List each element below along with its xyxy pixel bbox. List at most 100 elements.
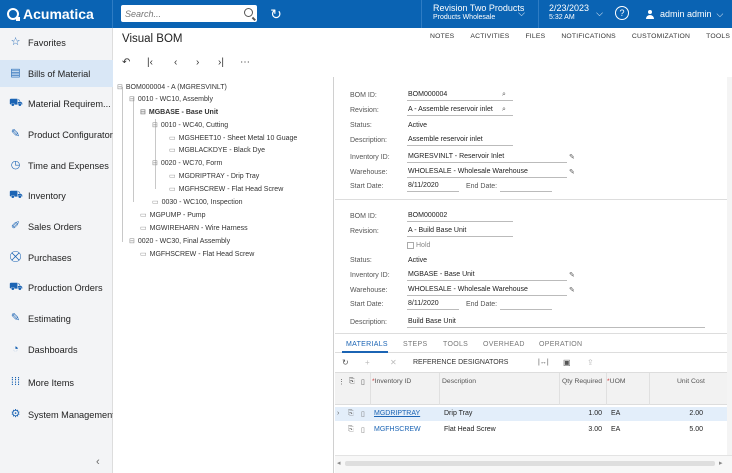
edit-icon[interactable]: ✎ <box>569 168 575 176</box>
description-field[interactable]: Build Base Unit <box>407 317 705 328</box>
qty-required-cell[interactable]: 1.00 <box>563 410 602 417</box>
edit-icon[interactable]: ✎ <box>569 286 575 294</box>
collapse-icon[interactable]: ⊟ <box>152 160 158 167</box>
inventory-id-field[interactable]: MGBASE - Base Unit <box>407 270 567 281</box>
collapse-icon[interactable]: ⊟ <box>129 96 135 103</box>
undo-icon[interactable]: ↶ <box>122 57 130 68</box>
files-link[interactable]: FILES <box>525 33 545 43</box>
user-menu[interactable]: admin admin ⌵ <box>646 0 723 28</box>
sidebar-item-purchases[interactable]: ⛒ Purchases <box>0 244 113 271</box>
unit-cost-cell[interactable]: 2.00 <box>653 410 703 417</box>
tree-node[interactable]: ▭ MGBLACKDYE - Black Dye <box>169 146 265 155</box>
sidebar-item-dashboards[interactable]: ◔ Dashboards <box>0 336 113 363</box>
sidebar-item-material-requirements[interactable]: ⛟ Material Requirem... <box>0 90 113 117</box>
collapse-icon[interactable]: ⊟ <box>140 109 146 116</box>
sidebar-item-bills-of-material[interactable]: ▤ Bills of Material <box>0 60 113 87</box>
sidebar-item-product-configurator[interactable]: ✎ Product Configurator <box>0 121 113 148</box>
col-qty-required[interactable]: Qty Required <box>562 378 602 385</box>
tab-steps[interactable]: STEPS <box>403 341 427 348</box>
end-date-field[interactable] <box>500 299 552 310</box>
scroll-right-icon[interactable]: ▸ <box>719 459 723 467</box>
inventory-id-cell[interactable]: MGFHSCREW <box>374 426 421 433</box>
note-icon[interactable]: ▯ <box>361 426 365 434</box>
sidebar-item-estimating[interactable]: ✎ Estimating <box>0 305 113 332</box>
scroll-left-icon[interactable]: ◂ <box>337 459 341 467</box>
table-row[interactable]: ⎘ ▯ MGFHSCREW Flat Head Screw 3.00 EA 5.… <box>335 423 732 437</box>
bom-id-field[interactable]: BOM000004 <box>407 90 513 101</box>
tree-node[interactable]: ⊟ 0010 - WC10, Assembly <box>129 95 213 104</box>
inventory-id-cell[interactable]: MGDRIPTRAY <box>374 410 420 417</box>
lookup-icon[interactable]: ⌕ <box>502 106 506 114</box>
uom-cell[interactable]: EA <box>611 410 620 417</box>
tree-node[interactable]: ▭ MGSHEET10 - Sheet Metal 10 Guage <box>169 134 297 143</box>
sidebar-item-inventory[interactable]: ⛟ Inventory <box>0 182 113 209</box>
start-date-field[interactable]: 8/11/2020 <box>407 181 459 192</box>
edit-icon[interactable]: ✎ <box>569 153 575 161</box>
tree-node[interactable]: ▭ MGDRIPTRAY - Drip Tray <box>169 172 259 181</box>
sidebar-item-production-orders[interactable]: ⛟ Production Orders <box>0 274 113 301</box>
fit-columns-icon[interactable]: |↔| <box>538 359 549 366</box>
warehouse-field[interactable]: WHOLESALE - Wholesale Warehouse <box>407 285 567 296</box>
sidebar-item-more-items[interactable]: ⁞⁞⁞ More Items <box>0 369 113 396</box>
start-date-field[interactable]: 8/11/2020 <box>407 299 459 310</box>
qty-required-cell[interactable]: 3.00 <box>563 426 602 433</box>
export-excel-icon[interactable]: ▣ <box>563 358 571 367</box>
next-record-icon[interactable]: › <box>196 57 199 68</box>
tree-node[interactable]: ▭ 0030 - WC100, Inspection <box>152 198 243 207</box>
inventory-id-field[interactable]: MGRESVINLT - Reservoir Inlet <box>407 152 567 163</box>
description-cell[interactable]: Flat Head Screw <box>444 426 496 433</box>
more-actions-icon[interactable]: ⋯ <box>240 57 250 68</box>
hold-checkbox[interactable] <box>407 242 414 249</box>
tree-node[interactable]: ▭ MGFHSCREW - Flat Head Screw <box>140 250 254 259</box>
collapse-icon[interactable]: ⊟ <box>117 84 123 91</box>
sidebar-item-favorites[interactable]: ☆ Favorites <box>0 29 113 56</box>
tab-overhead[interactable]: OVERHEAD <box>483 341 525 348</box>
previous-record-icon[interactable]: ‹ <box>174 57 177 68</box>
upload-icon[interactable]: ⇪ <box>587 358 594 367</box>
tree-node[interactable]: ▭ MGPUMP - Pump <box>140 211 206 220</box>
col-unit-cost[interactable]: Unit Cost <box>677 378 705 385</box>
delete-row-icon[interactable]: ✕ <box>390 358 397 367</box>
tree-node[interactable]: ⊟ BOM000004 - A (MGRESVINLT) <box>117 83 227 92</box>
sidebar-item-time-and-expenses[interactable]: ◷ Time and Expenses <box>0 152 113 179</box>
search-box[interactable] <box>121 5 257 22</box>
description-cell[interactable]: Drip Tray <box>444 410 472 417</box>
horizontal-scrollbar[interactable]: ◂ ▸ <box>335 455 732 473</box>
tree-node[interactable]: ⊟ MGBASE - Base Unit <box>140 108 218 117</box>
note-icon[interactable]: ▯ <box>361 410 365 418</box>
warehouse-field[interactable]: WHOLESALE - Wholesale Warehouse <box>407 167 567 178</box>
attachment-icon[interactable]: ⎘ <box>348 410 354 418</box>
customization-link[interactable]: CUSTOMIZATION <box>632 33 690 43</box>
search-input[interactable] <box>121 5 233 22</box>
tools-menu[interactable]: TOOLS <box>706 33 730 43</box>
unit-cost-cell[interactable]: 5.00 <box>653 426 703 433</box>
revision-field[interactable]: A - Assemble reservoir inlet <box>407 105 513 116</box>
first-record-icon[interactable]: |‹ <box>147 57 153 68</box>
lookup-icon[interactable]: ⌕ <box>502 91 506 99</box>
tree-node[interactable]: ▭ MGWIREHARN - Wire Harness <box>140 224 248 233</box>
col-uom[interactable]: *UOM <box>607 378 626 385</box>
acumatica-logo[interactable]: Acumatica <box>7 0 94 28</box>
sidebar-item-sales-orders[interactable]: ✐ Sales Orders <box>0 213 113 240</box>
last-record-icon[interactable]: ›| <box>218 57 224 68</box>
tab-operation[interactable]: OPERATION <box>539 341 582 348</box>
bom-id-field[interactable]: BOM000002 <box>407 211 513 222</box>
tab-tools[interactable]: TOOLS <box>443 341 468 348</box>
notifications-link[interactable]: NOTIFICATIONS <box>561 33 616 43</box>
description-field[interactable]: Assemble reservoir inlet <box>407 135 513 146</box>
sidebar-item-system-management[interactable]: ⚙ System Management <box>0 401 113 428</box>
reference-designators-button[interactable]: REFERENCE DESIGNATORS <box>413 359 508 366</box>
tree-node[interactable]: ▭ MGFHSCREW - Flat Head Screw <box>169 185 283 194</box>
refresh-icon[interactable]: ↻ <box>342 358 349 367</box>
collapse-icon[interactable]: ⊟ <box>129 238 135 245</box>
end-date-field[interactable] <box>500 181 552 192</box>
help-icon[interactable]: ? <box>615 6 629 20</box>
add-row-icon[interactable]: + <box>365 358 370 367</box>
revision-field[interactable]: A - Build Base Unit <box>407 226 513 237</box>
notes-link[interactable]: NOTES <box>430 33 454 43</box>
tree-node[interactable]: ⊟ 0010 - WC40, Cutting <box>152 121 228 130</box>
collapse-sidebar-icon[interactable]: ‹ <box>96 456 100 468</box>
activities-link[interactable]: ACTIVITIES <box>470 33 509 43</box>
company-selector[interactable]: Revision Two Products Products Wholesale… <box>421 0 531 28</box>
attachment-icon[interactable]: ⎘ <box>348 426 354 434</box>
